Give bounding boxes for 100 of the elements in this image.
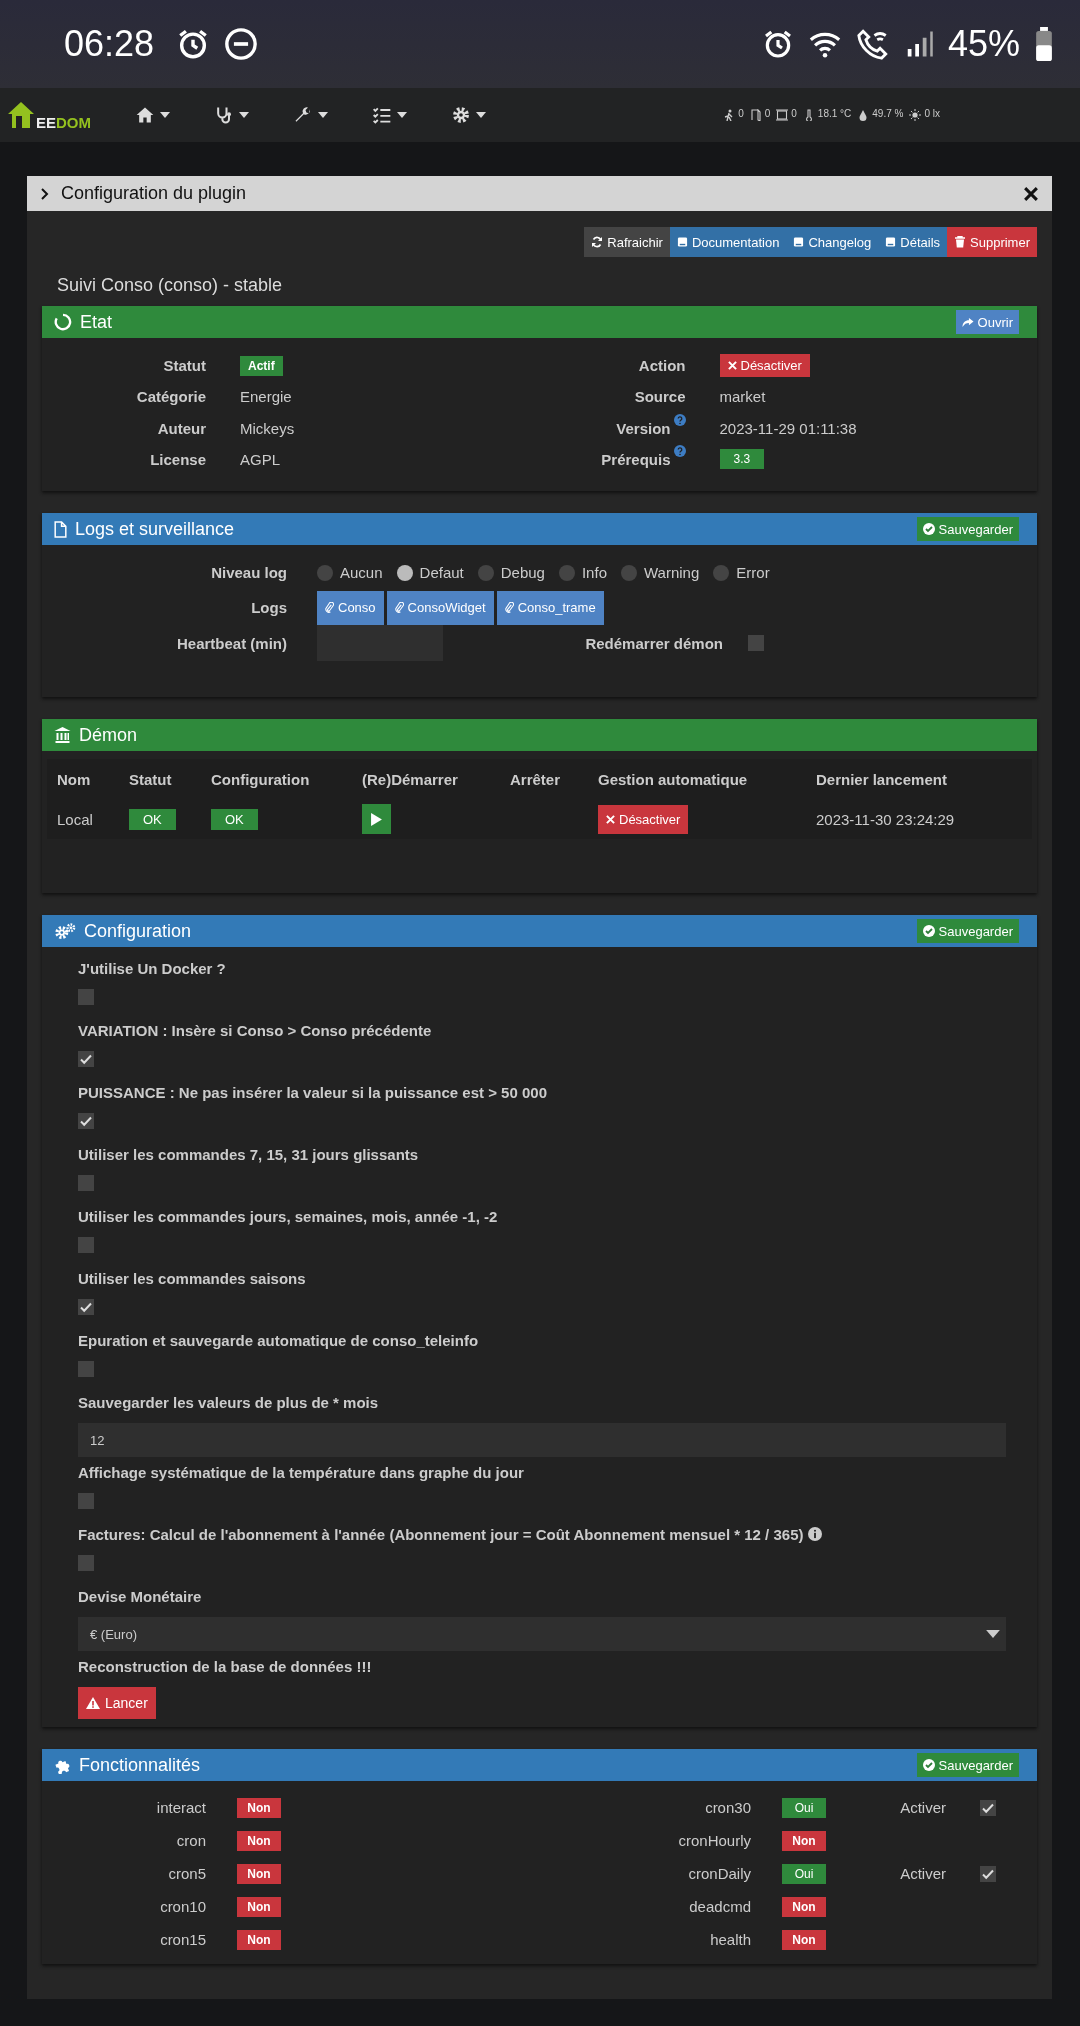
feature-name: cron5 — [167, 1865, 206, 1882]
close-icon — [727, 361, 737, 371]
deactivate-button[interactable]: Désactiver — [719, 354, 810, 378]
field-label: Redémarrer démon — [584, 634, 723, 652]
months-field[interactable]: 12 — [78, 1423, 1006, 1457]
play-button[interactable] — [362, 804, 391, 834]
column-header: Gestion automatique — [598, 770, 749, 788]
setting-label: Utiliser les commandes 7, 15, 31 jours glissants — [78, 1145, 419, 1163]
feature-name: cron15 — [159, 1931, 206, 1948]
setting-label: Factures: Calcul de l'abonnement à l'année (Abonnement jour = Coût Abonnement mensuel * 12 / 365) — [78, 1525, 804, 1543]
list-menu[interactable] — [372, 105, 407, 125]
deactivate-button[interactable]: Désactiver — [598, 804, 689, 834]
field-label: Version — [616, 419, 671, 437]
setting-label: Reconstruction de la base de données !!! — [78, 1657, 372, 1675]
status-badge: OK — [129, 808, 176, 830]
field-label: Niveau log — [210, 564, 287, 581]
save-button[interactable]: Sauvegarder — [916, 1753, 1019, 1777]
close-button[interactable] — [1022, 184, 1040, 203]
door-icon — [749, 109, 762, 121]
settings-menu[interactable] — [451, 105, 486, 125]
setting-checkbox[interactable] — [78, 1361, 94, 1377]
jeedom-logo[interactable]: EEDOM — [6, 99, 91, 131]
setting-checkbox[interactable] — [78, 1493, 94, 1509]
feature-name: cron — [175, 1832, 206, 1849]
sensor-value: 18.1 °C — [817, 107, 852, 119]
play-icon — [371, 812, 382, 826]
refresh-icon — [591, 236, 604, 248]
log-level-radio[interactable]: Error — [713, 564, 770, 581]
field-label: Auteur — [156, 419, 206, 437]
caret-icon — [986, 1630, 1000, 1638]
check-circle-icon — [922, 1759, 935, 1771]
refresh-button[interactable]: Rafraichir — [584, 227, 670, 257]
share-arrow-icon — [961, 316, 974, 328]
gear-icon — [451, 105, 471, 125]
feature-name: cron30 — [704, 1799, 751, 1816]
activate-checkbox[interactable] — [980, 1865, 996, 1882]
launch-button[interactable]: Lancer — [78, 1687, 156, 1719]
setting-checkbox[interactable] — [78, 1051, 94, 1067]
column-header: Statut — [129, 770, 173, 788]
setting-checkbox[interactable] — [78, 1237, 94, 1253]
setting-label: PUISSANCE : Ne pas insérer la valeur si la puissance est > 50 000 — [78, 1083, 547, 1101]
log-button[interactable]: Conso — [317, 590, 384, 625]
help-icon[interactable] — [673, 444, 686, 457]
field-label: Statut — [162, 357, 206, 375]
caret-icon — [318, 112, 328, 118]
currency-dropdown[interactable]: € (Euro) — [78, 1617, 1006, 1651]
field-value: market — [719, 388, 766, 406]
activate-checkbox[interactable] — [980, 1799, 996, 1816]
feature-badge: Non — [782, 1896, 826, 1917]
health-menu[interactable] — [214, 105, 249, 125]
column-header: Dernier lancement — [816, 770, 947, 788]
field-value: Energie — [240, 388, 292, 406]
spinner-icon — [54, 313, 72, 331]
info-icon[interactable] — [808, 1527, 823, 1541]
field-label: Activer — [899, 1799, 946, 1816]
wifi-call-icon — [855, 27, 890, 61]
log-button[interactable]: ConsoWidget — [386, 590, 494, 625]
open-button[interactable]: Ouvrir — [955, 310, 1019, 334]
gears-icon — [54, 922, 76, 940]
sensor-value: 0 — [791, 107, 797, 119]
bank-icon — [54, 727, 71, 743]
dialog-title: Configuration du plugin — [61, 183, 247, 204]
restart-checkbox[interactable] — [748, 635, 764, 651]
panel-title: Fonctionnalités — [79, 1754, 201, 1776]
feature-badge: Oui — [782, 1863, 826, 1884]
version-badge: 3.3 — [719, 449, 765, 470]
doc-button[interactable]: Détails — [878, 227, 948, 257]
setting-checkbox[interactable] — [78, 1555, 94, 1571]
feature-name: cron10 — [159, 1898, 206, 1915]
sensor-value: 0 lx — [924, 107, 940, 119]
doc-button[interactable]: Documentation — [669, 227, 787, 257]
setting-label: Sauvegarder les valeurs de plus de * mois — [78, 1393, 379, 1411]
close-icon — [606, 814, 615, 824]
feature-name: cronDaily — [687, 1865, 751, 1882]
save-button[interactable]: Sauvegarder — [916, 919, 1019, 943]
setting-checkbox[interactable] — [78, 1175, 94, 1191]
home-menu[interactable] — [135, 105, 170, 125]
panel-title: Logs et surveillance — [75, 518, 235, 540]
field-label: Prérequis — [601, 450, 671, 468]
feature-badge: Non — [237, 1929, 281, 1950]
setting-checkbox[interactable] — [78, 1299, 94, 1315]
log-level-radio[interactable]: Warning — [621, 564, 700, 581]
clock-time: 06:28 — [64, 23, 155, 65]
setting-checkbox[interactable] — [78, 1113, 94, 1129]
log-level-radio[interactable]: Debug — [477, 564, 545, 581]
setting-label: Utiliser les commandes saisons — [78, 1269, 306, 1287]
doc-button[interactable]: Changelog — [786, 227, 879, 257]
feature-name: deadcmd — [688, 1898, 751, 1915]
save-button[interactable]: Sauvegarder — [916, 517, 1019, 541]
log-level-radio[interactable]: Info — [558, 564, 607, 581]
help-icon[interactable] — [673, 413, 686, 426]
log-level-radio[interactable]: Aucun — [317, 564, 383, 581]
sensor-value: 49.7 % — [872, 107, 904, 119]
setting-checkbox[interactable] — [78, 989, 94, 1005]
caret-icon — [476, 112, 486, 118]
log-level-radio[interactable]: Defaut — [396, 564, 464, 581]
log-button[interactable]: Conso_trame — [496, 590, 604, 625]
heartbeat-field[interactable] — [317, 625, 443, 661]
delete-button[interactable]: Supprimer — [947, 227, 1037, 257]
file-icon — [54, 520, 67, 538]
